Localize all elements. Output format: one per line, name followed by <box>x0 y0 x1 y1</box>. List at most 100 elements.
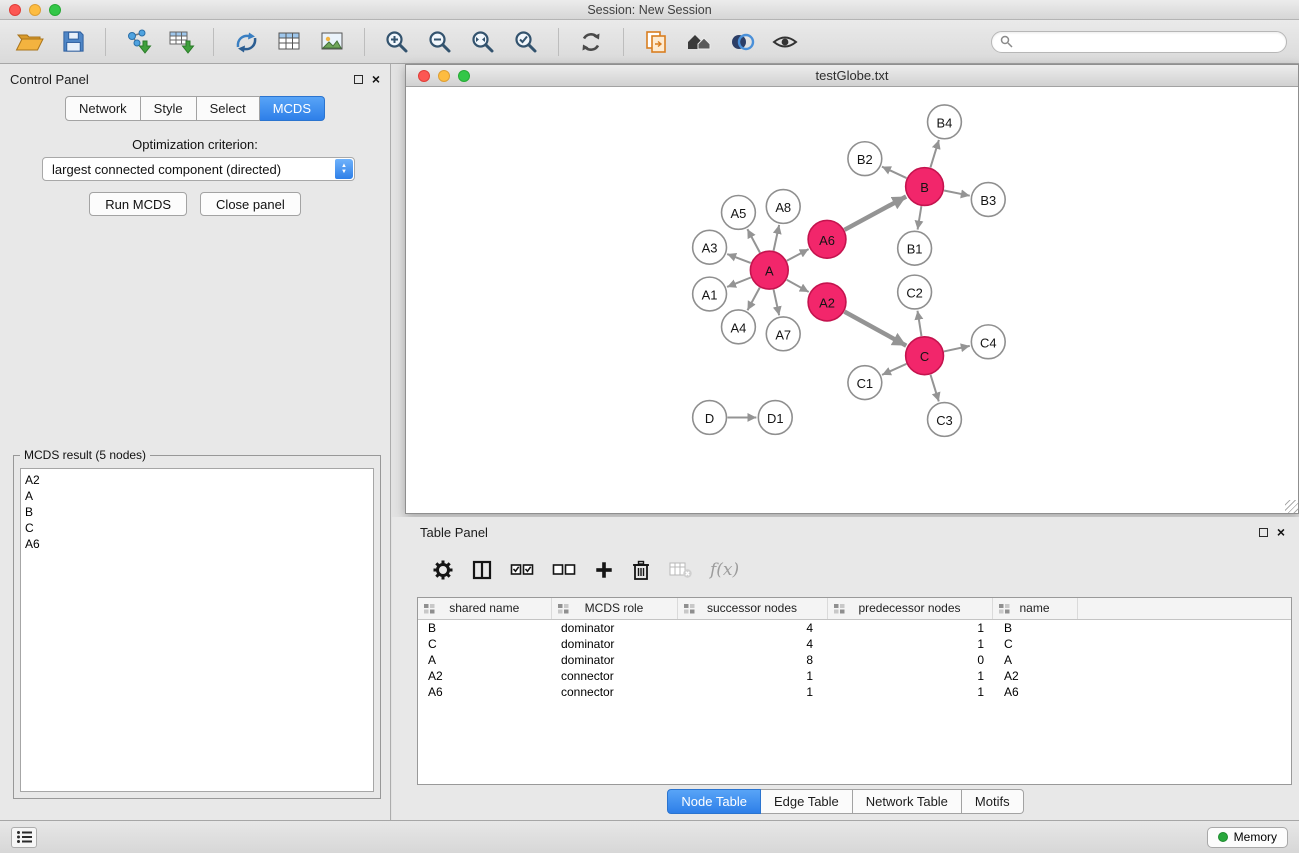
close-panel-button[interactable]: Close panel <box>200 192 301 216</box>
export-network-button[interactable] <box>228 24 264 60</box>
export-image-button[interactable] <box>314 24 350 60</box>
table-row[interactable]: Adominator80A <box>418 652 1291 668</box>
network-window-titlebar[interactable]: testGlobe.txt <box>406 65 1298 87</box>
result-item[interactable]: B <box>25 504 369 520</box>
edge-A-A3[interactable] <box>727 254 750 263</box>
function-builder-button[interactable]: f(x) <box>710 560 739 580</box>
table-row[interactable]: Cdominator41C <box>418 636 1291 652</box>
close-window-button[interactable] <box>9 4 21 16</box>
home-button[interactable] <box>681 24 717 60</box>
edge-A-A7[interactable] <box>774 290 780 316</box>
node-C1[interactable]: C1 <box>848 366 882 400</box>
edge-A6-B[interactable] <box>845 196 907 229</box>
edge-C-C2[interactable] <box>917 311 921 336</box>
node-B4[interactable]: B4 <box>928 105 962 139</box>
node-A1[interactable]: A1 <box>693 277 727 311</box>
node-C3[interactable]: C3 <box>928 403 962 437</box>
node-D1[interactable]: D1 <box>758 401 792 435</box>
open-session-button[interactable] <box>12 24 48 60</box>
edge-B-B2[interactable] <box>882 167 907 178</box>
node-C[interactable]: C <box>906 337 944 375</box>
zoom-in-button[interactable] <box>379 24 415 60</box>
tab-select[interactable]: Select <box>197 96 260 121</box>
import-network-button[interactable] <box>120 24 156 60</box>
edge-A-A6[interactable] <box>787 249 809 261</box>
minimize-window-button[interactable] <box>29 4 41 16</box>
zoom-fit-button[interactable] <box>465 24 501 60</box>
edge-B-B3[interactable] <box>944 191 970 196</box>
edge-A-A8[interactable] <box>774 225 780 251</box>
node-A[interactable]: A <box>750 251 788 289</box>
mcds-result-list[interactable]: A2ABCA6 <box>20 468 374 792</box>
edge-A-A1[interactable] <box>727 278 751 287</box>
search-box[interactable] <box>991 31 1287 53</box>
resize-handle[interactable] <box>1285 500 1298 513</box>
node-C2[interactable]: C2 <box>898 275 932 309</box>
close-panel-icon[interactable]: × <box>1277 526 1285 538</box>
criterion-dropdown[interactable]: largest connected component (directed) ▲… <box>42 157 355 181</box>
show-columns-button[interactable] <box>471 559 493 581</box>
tab-network[interactable]: Network <box>65 96 141 121</box>
minimize-window-button[interactable] <box>438 70 450 82</box>
zoom-selected-button[interactable] <box>508 24 544 60</box>
node-D[interactable]: D <box>693 401 727 435</box>
tab-motifs[interactable]: Motifs <box>962 789 1024 814</box>
close-window-button[interactable] <box>418 70 430 82</box>
node-A5[interactable]: A5 <box>722 195 756 229</box>
table-row[interactable]: Bdominator41B <box>418 619 1291 636</box>
float-panel-icon[interactable] <box>354 75 363 84</box>
edge-A2-C[interactable] <box>844 312 906 346</box>
table-row[interactable]: A2connector11A2 <box>418 668 1291 684</box>
edge-B-B4[interactable] <box>930 140 938 168</box>
visibility-button[interactable] <box>767 24 803 60</box>
column-header-successor-nodes[interactable]: successor nodes <box>677 598 827 619</box>
zoom-window-button[interactable] <box>458 70 470 82</box>
node-B[interactable]: B <box>906 168 944 206</box>
delete-column-button[interactable] <box>631 559 651 581</box>
node-A8[interactable]: A8 <box>766 190 800 224</box>
node-A7[interactable]: A7 <box>766 317 800 351</box>
export-table-button[interactable] <box>271 24 307 60</box>
table-settings-button[interactable] <box>432 559 454 581</box>
result-item[interactable]: C <box>25 520 369 536</box>
edge-A-A5[interactable] <box>747 229 760 252</box>
network-canvas[interactable]: B4 B2 B B3 A5 A8A6 B1 A3 A C2 A1 A2 A4 A7 C C4 C1 C3 D D1 <box>406 88 1298 513</box>
tab-node-table[interactable]: Node Table <box>667 789 761 814</box>
result-item[interactable]: A6 <box>25 536 369 552</box>
edge-A-A2[interactable] <box>787 280 809 292</box>
close-panel-icon[interactable]: × <box>372 73 380 85</box>
column-header-MCDS-role[interactable]: MCDS role <box>551 598 677 619</box>
network-graph[interactable]: B4 B2 B B3 A5 A8A6 B1 A3 A C2 A1 A2 A4 A7 C C4 C1 C3 D D1 <box>406 88 1298 513</box>
node-A6[interactable]: A6 <box>808 220 846 258</box>
float-panel-icon[interactable] <box>1259 528 1268 537</box>
delete-table-button[interactable] <box>668 560 693 580</box>
result-item[interactable]: A <box>25 488 369 504</box>
column-header-predecessor-nodes[interactable]: predecessor nodes <box>827 598 992 619</box>
tab-edge-table[interactable]: Edge Table <box>761 789 853 814</box>
duplicate-document-button[interactable] <box>638 24 674 60</box>
node-A4[interactable]: A4 <box>722 310 756 344</box>
memory-button[interactable]: Memory <box>1207 827 1288 848</box>
select-all-button[interactable] <box>510 560 535 580</box>
column-header-name[interactable]: name <box>992 598 1077 619</box>
node-B3[interactable]: B3 <box>971 183 1005 217</box>
import-table-button[interactable] <box>163 24 199 60</box>
edge-C-C3[interactable] <box>931 375 939 402</box>
node-A3[interactable]: A3 <box>693 230 727 264</box>
node-C4[interactable]: C4 <box>971 325 1005 359</box>
edge-C-C1[interactable] <box>882 364 906 375</box>
node-B2[interactable]: B2 <box>848 142 882 176</box>
edge-C-C4[interactable] <box>944 346 970 352</box>
node-A2[interactable]: A2 <box>808 283 846 321</box>
refresh-button[interactable] <box>573 24 609 60</box>
zoom-out-button[interactable] <box>422 24 458 60</box>
node-B1[interactable]: B1 <box>898 231 932 265</box>
zoom-window-button[interactable] <box>49 4 61 16</box>
edge-B-B1[interactable] <box>918 206 922 229</box>
search-input[interactable] <box>1018 35 1278 49</box>
tab-style[interactable]: Style <box>141 96 197 121</box>
tab-network-table[interactable]: Network Table <box>853 789 962 814</box>
save-session-button[interactable] <box>55 24 91 60</box>
create-column-button[interactable] <box>594 560 614 580</box>
style-venn-button[interactable] <box>724 24 760 60</box>
